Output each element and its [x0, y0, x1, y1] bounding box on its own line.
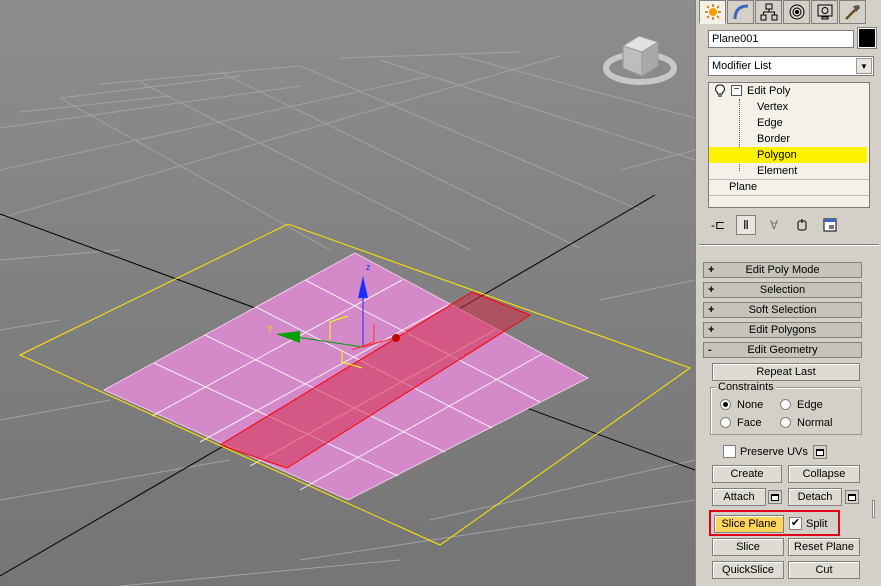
stack-item-edge[interactable]: Edge — [757, 115, 783, 131]
attach-settings-button[interactable] — [768, 490, 782, 504]
command-panel: Plane001 Modifier List ▼ − Edit Poly Ver… — [695, 0, 881, 586]
preserve-uvs-label: Preserve UVs — [740, 446, 808, 458]
make-unique-icon[interactable]: ∀ — [764, 215, 784, 235]
rollout-sign: + — [708, 284, 715, 296]
constraint-face-radio[interactable] — [720, 417, 731, 428]
stack-item-plane[interactable]: Plane — [729, 179, 757, 195]
chevron-down-icon[interactable]: ▼ — [856, 58, 872, 74]
rollout-label: Edit Poly Mode — [745, 264, 820, 276]
show-end-result-icon[interactable]: Ⅱ — [736, 215, 756, 235]
rollout-edit-poly-mode[interactable]: + Edit Poly Mode — [703, 262, 862, 278]
gizmo-z-label: z — [366, 262, 371, 272]
x-axis-arrow — [392, 334, 400, 342]
slice-button[interactable]: Slice — [712, 538, 784, 556]
slice-plane-button[interactable]: Slice Plane — [714, 515, 784, 533]
command-panel-tabs — [699, 0, 879, 24]
motion-tab-icon[interactable] — [783, 0, 810, 24]
remove-modifier-icon[interactable] — [792, 215, 812, 235]
pin-stack-icon[interactable]: -⊏ — [708, 215, 728, 235]
preserve-uvs-settings-button[interactable] — [813, 445, 827, 459]
rollout-edit-geometry[interactable]: - Edit Geometry — [703, 342, 862, 358]
rollout-selection[interactable]: + Selection — [703, 282, 862, 298]
perspective-viewport[interactable]: z y x — [0, 0, 695, 586]
rollout-sign: + — [708, 304, 715, 316]
constraint-none-radio[interactable] — [720, 399, 731, 410]
collapse-stack-icon[interactable]: − — [731, 85, 742, 96]
constraint-normal-radio[interactable] — [780, 417, 791, 428]
constraint-face-label: Face — [737, 417, 762, 429]
gizmo-y-label: y — [268, 322, 273, 332]
create-button[interactable]: Create — [712, 465, 782, 483]
detach-button[interactable]: Detach — [788, 488, 842, 506]
rollout-edit-polygons[interactable]: + Edit Polygons — [703, 322, 862, 338]
configure-modifier-sets-icon[interactable] — [820, 215, 840, 235]
split-checkbox[interactable]: ✔ — [789, 517, 802, 530]
split-label: Split — [806, 518, 828, 530]
constraint-edge-label: Edge — [797, 399, 823, 411]
rollout-sign: - — [708, 344, 712, 356]
quickslice-button[interactable]: QuickSlice — [712, 561, 784, 579]
repeat-last-button[interactable]: Repeat Last — [712, 363, 860, 381]
rollout-label: Edit Polygons — [748, 324, 817, 336]
viewcube-icon[interactable] — [603, 35, 677, 85]
gizmo-x-label: x — [404, 326, 409, 336]
stack-item-polygon[interactable]: Polygon — [709, 147, 867, 163]
panel-divider — [699, 244, 879, 246]
stack-item-vertex[interactable]: Vertex — [757, 99, 788, 115]
panel-scroll-handle[interactable] — [872, 500, 875, 518]
rollout-sign: + — [708, 324, 715, 336]
create-tab-icon[interactable] — [699, 0, 726, 24]
stack-item-element[interactable]: Element — [757, 163, 797, 179]
constraint-none-label: None — [737, 399, 764, 411]
reset-plane-button[interactable]: Reset Plane — [788, 538, 860, 556]
object-color-swatch[interactable] — [858, 28, 876, 48]
rollout-label: Soft Selection — [748, 304, 817, 316]
modifier-stack[interactable]: − Edit Poly Vertex Edge Border Polygon E… — [708, 82, 870, 208]
rollout-label: Edit Geometry — [747, 344, 818, 356]
rollout-soft-selection[interactable]: + Soft Selection — [703, 302, 862, 318]
constraint-edge-radio[interactable] — [780, 399, 791, 410]
constraint-normal-label: Normal — [797, 417, 833, 429]
stack-item-edit-poly[interactable]: Edit Poly — [747, 83, 790, 99]
collapse-button[interactable]: Collapse — [788, 465, 860, 483]
stack-item-border[interactable]: Border — [757, 131, 790, 147]
modifier-list-label: Modifier List — [712, 60, 772, 72]
detach-settings-button[interactable] — [845, 490, 859, 504]
light-bulb-icon[interactable] — [715, 84, 725, 100]
constraints-title: Constraints — [716, 381, 776, 393]
viewport-scene: z y x — [0, 35, 695, 586]
modify-tab-icon[interactable] — [727, 0, 754, 24]
stack-toolbar: -⊏ Ⅱ ∀ — [708, 214, 874, 236]
preserve-uvs-checkbox[interactable] — [723, 445, 736, 458]
rollout-label: Selection — [759, 284, 806, 296]
rollout-sign: + — [708, 264, 715, 276]
hierarchy-tab-icon[interactable] — [755, 0, 782, 24]
attach-button[interactable]: Attach — [712, 488, 766, 506]
utilities-tab-icon[interactable] — [839, 0, 866, 24]
cut-button[interactable]: Cut — [788, 561, 860, 579]
object-name-input[interactable]: Plane001 — [708, 30, 854, 48]
modifier-list-dropdown[interactable]: Modifier List ▼ — [708, 56, 874, 76]
display-tab-icon[interactable] — [811, 0, 838, 24]
